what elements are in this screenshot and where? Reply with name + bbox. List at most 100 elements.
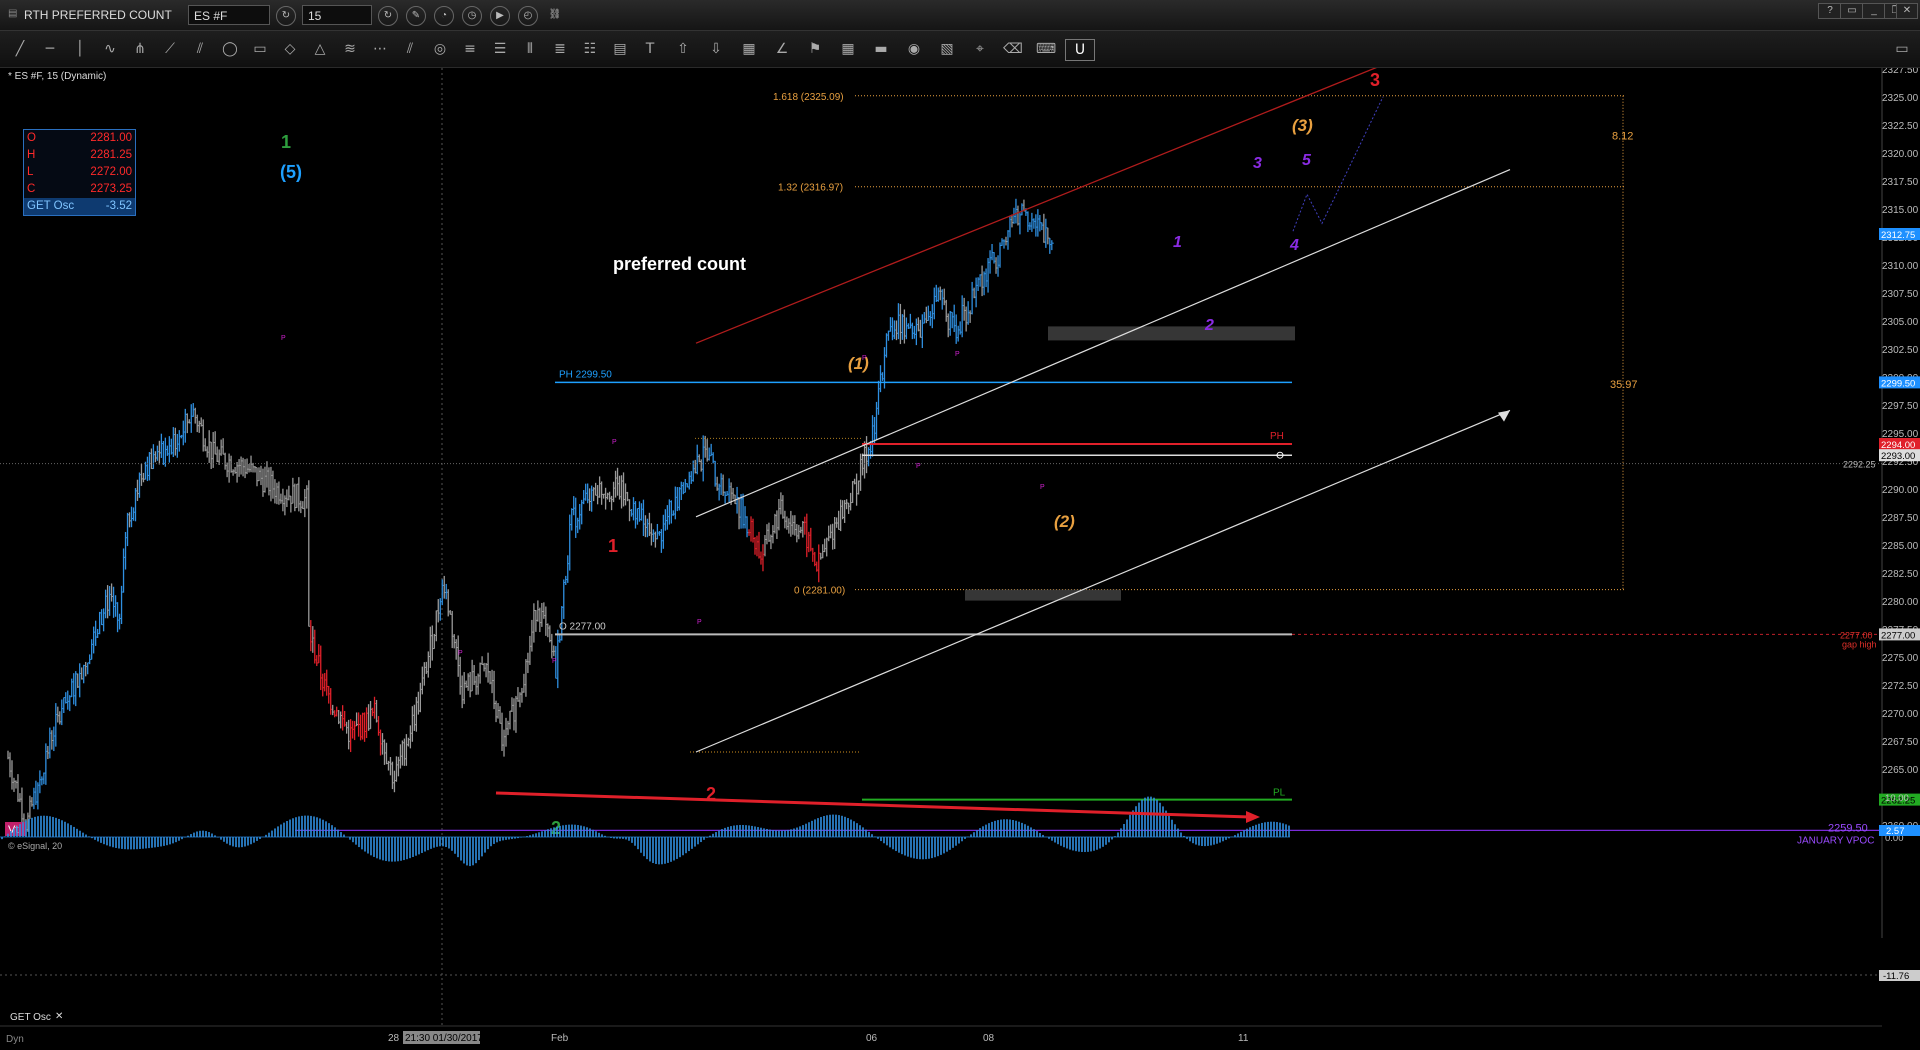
y-tick-label: 2275.00 bbox=[1882, 653, 1919, 664]
eraser-icon[interactable]: ⌫ bbox=[999, 39, 1027, 59]
ohlc-label: GET Osc bbox=[27, 200, 75, 212]
y-tick-label: 2307.50 bbox=[1882, 289, 1919, 300]
magnet-icon[interactable]: U bbox=[1065, 39, 1095, 61]
levels-tool-icon[interactable]: ≣ bbox=[546, 39, 574, 59]
ohlc-label: L bbox=[27, 166, 34, 178]
fib-label: 1.618 (2325.09) bbox=[773, 92, 844, 103]
window-menu-icon[interactable]: ▤ bbox=[8, 8, 17, 19]
wave-label: 3 bbox=[1253, 155, 1262, 172]
ellipse-tool-icon[interactable]: ◯ bbox=[216, 39, 244, 59]
text-tool-icon[interactable]: T bbox=[636, 39, 664, 59]
pti-tool-icon[interactable]: ▧ bbox=[933, 39, 961, 59]
eraser-tool-icon[interactable]: ◇ bbox=[276, 39, 304, 59]
channel-arrowhead bbox=[1498, 410, 1510, 422]
title-bar: ▤ RTH PREFERRED COUNT ES #F ↻ 15 ↻ ✎ ◔ ◷… bbox=[0, 0, 1920, 31]
angle-tool-icon[interactable]: ∠ bbox=[768, 39, 796, 59]
symbol-input[interactable]: ES #F bbox=[188, 5, 270, 25]
y-tick-label: 2267.50 bbox=[1882, 737, 1919, 748]
help-button[interactable]: ? bbox=[1818, 3, 1842, 19]
ohlc-row: C 2273.25 bbox=[24, 181, 135, 198]
cycle-tool-icon[interactable]: ⋯ bbox=[366, 39, 394, 59]
fib-label: 1.32 (2316.97) bbox=[778, 183, 843, 194]
note-icon[interactable]: ▦ bbox=[735, 39, 763, 59]
y-tick-label: 2310.00 bbox=[1882, 261, 1919, 272]
fib-ext-icon[interactable]: ☰ bbox=[486, 39, 514, 59]
pivot-marker: P bbox=[697, 619, 702, 626]
fib-label: 0 (2281.00) bbox=[794, 586, 845, 597]
gap-high-price: 2277.00 bbox=[1840, 630, 1873, 640]
y-tick-label: 2305.00 bbox=[1882, 317, 1919, 328]
vline-tool-icon[interactable]: │ bbox=[66, 39, 94, 59]
circle-tool-icon[interactable]: ◎ bbox=[426, 39, 454, 59]
dotted-price-label: 2292.25 bbox=[1843, 460, 1876, 470]
ph-level-label: PH 2299.50 bbox=[559, 369, 612, 380]
price-chart[interactable]: 2327.50 2325.00 2322.50 2320.00 2317.50 2315.… bbox=[0, 68, 1920, 1050]
x-tick-label: 11 bbox=[1238, 1033, 1249, 1044]
triangle-tool-icon[interactable]: △ bbox=[306, 39, 334, 59]
price-tag: 2312.75 bbox=[1881, 230, 1915, 241]
interval-refresh-icon[interactable]: ↻ bbox=[378, 6, 398, 26]
restore-small-button[interactable]: ▭ bbox=[1840, 3, 1864, 19]
hline-tool-icon[interactable]: ─ bbox=[36, 39, 64, 59]
rectangle-tool-icon[interactable]: ▭ bbox=[246, 39, 274, 59]
bars-tool-icon[interactable]: ▤ bbox=[606, 39, 634, 59]
ohlc-label: C bbox=[27, 183, 36, 195]
window-title: RTH PREFERRED COUNT bbox=[24, 8, 172, 22]
link-icon[interactable]: ⛓ bbox=[546, 6, 564, 24]
toolbar-menu-icon[interactable]: ▭ bbox=[1888, 39, 1916, 59]
pivot-marker: P bbox=[552, 658, 557, 665]
y-tick-label: 2297.50 bbox=[1882, 401, 1919, 412]
gap-high-label: gap high bbox=[1842, 639, 1877, 649]
copyright-label: © eSignal, 20 bbox=[8, 841, 62, 851]
fib-fan-icon[interactable]: ⟋ bbox=[156, 39, 184, 59]
pivot-marker: P bbox=[955, 351, 960, 358]
interval-input[interactable]: 15 bbox=[302, 5, 372, 25]
close-button[interactable]: ✕ bbox=[1896, 3, 1918, 19]
ohlc-value: 2281.25 bbox=[90, 149, 132, 161]
pivot-marker: P bbox=[281, 335, 286, 342]
play-icon[interactable]: ▶ bbox=[490, 6, 510, 26]
y-tick-label: 2272.50 bbox=[1882, 681, 1919, 692]
arrow-up-icon[interactable]: ⇧ bbox=[669, 39, 697, 59]
fib-retrace-icon[interactable]: ≡ bbox=[456, 39, 484, 59]
ohlc-row: O 2281.00 bbox=[24, 130, 135, 147]
pencil-icon[interactable]: ✎ bbox=[406, 6, 426, 26]
y-tick-label: 2280.00 bbox=[1882, 597, 1919, 608]
ruler-tool-icon[interactable]: ☷ bbox=[576, 39, 604, 59]
keyboard-icon[interactable]: ⌨ bbox=[1032, 39, 1060, 59]
osc-panel-label: GET Osc bbox=[10, 1012, 51, 1023]
y-tick-label: 2327.50 bbox=[1882, 68, 1919, 76]
arrow-down-icon[interactable]: ⇩ bbox=[702, 39, 730, 59]
fib-time-icon[interactable]: ⦀ bbox=[516, 39, 544, 59]
clock-icon[interactable]: ◷ bbox=[462, 6, 482, 26]
parallel-tool-icon[interactable]: ⫽ bbox=[396, 39, 424, 59]
pitchfork-tool-icon[interactable]: ⋔ bbox=[126, 39, 154, 59]
channel-tool-icon[interactable]: ≋ bbox=[336, 39, 364, 59]
wave-label: 1 bbox=[608, 536, 618, 556]
osc-last-value: 2.57 bbox=[1886, 826, 1905, 837]
grid-tool-icon[interactable]: ▦ bbox=[834, 39, 862, 59]
pivot-marker: P bbox=[612, 439, 617, 446]
minimize-button[interactable]: _ bbox=[1862, 3, 1886, 19]
wave-label: 4 bbox=[1289, 237, 1299, 254]
flag-tool-icon[interactable]: ⚑ bbox=[801, 39, 829, 59]
cursor-tool-icon[interactable]: ⌖ bbox=[966, 39, 994, 59]
pl-label: PL bbox=[1273, 788, 1286, 799]
open-level-label: O 2277.00 bbox=[559, 621, 606, 632]
fib-distance: 8.12 bbox=[1612, 130, 1633, 142]
timer-icon[interactable]: ◴ bbox=[518, 6, 538, 26]
wave-tool-icon[interactable]: ∿ bbox=[96, 39, 124, 59]
eye-tool-icon[interactable]: ◉ bbox=[900, 39, 928, 59]
channel-upper-line bbox=[695, 169, 1511, 518]
wave-label: (2) bbox=[1054, 512, 1075, 531]
price-tag: 2277.00 bbox=[1881, 630, 1915, 641]
line-tool-icon[interactable]: ╱ bbox=[6, 39, 34, 59]
speedometer-icon[interactable]: ◔ bbox=[434, 6, 454, 26]
gann-tool-icon[interactable]: ⫽ bbox=[186, 39, 214, 59]
mob-tool-icon[interactable]: ▬ bbox=[867, 39, 895, 59]
pivot-marker: P bbox=[1040, 484, 1045, 491]
refresh-icon[interactable]: ↻ bbox=[276, 6, 296, 26]
y-tick-label: 2270.00 bbox=[1882, 709, 1919, 720]
ohlc-label: H bbox=[27, 149, 36, 161]
ph-label: PH bbox=[1270, 431, 1284, 442]
